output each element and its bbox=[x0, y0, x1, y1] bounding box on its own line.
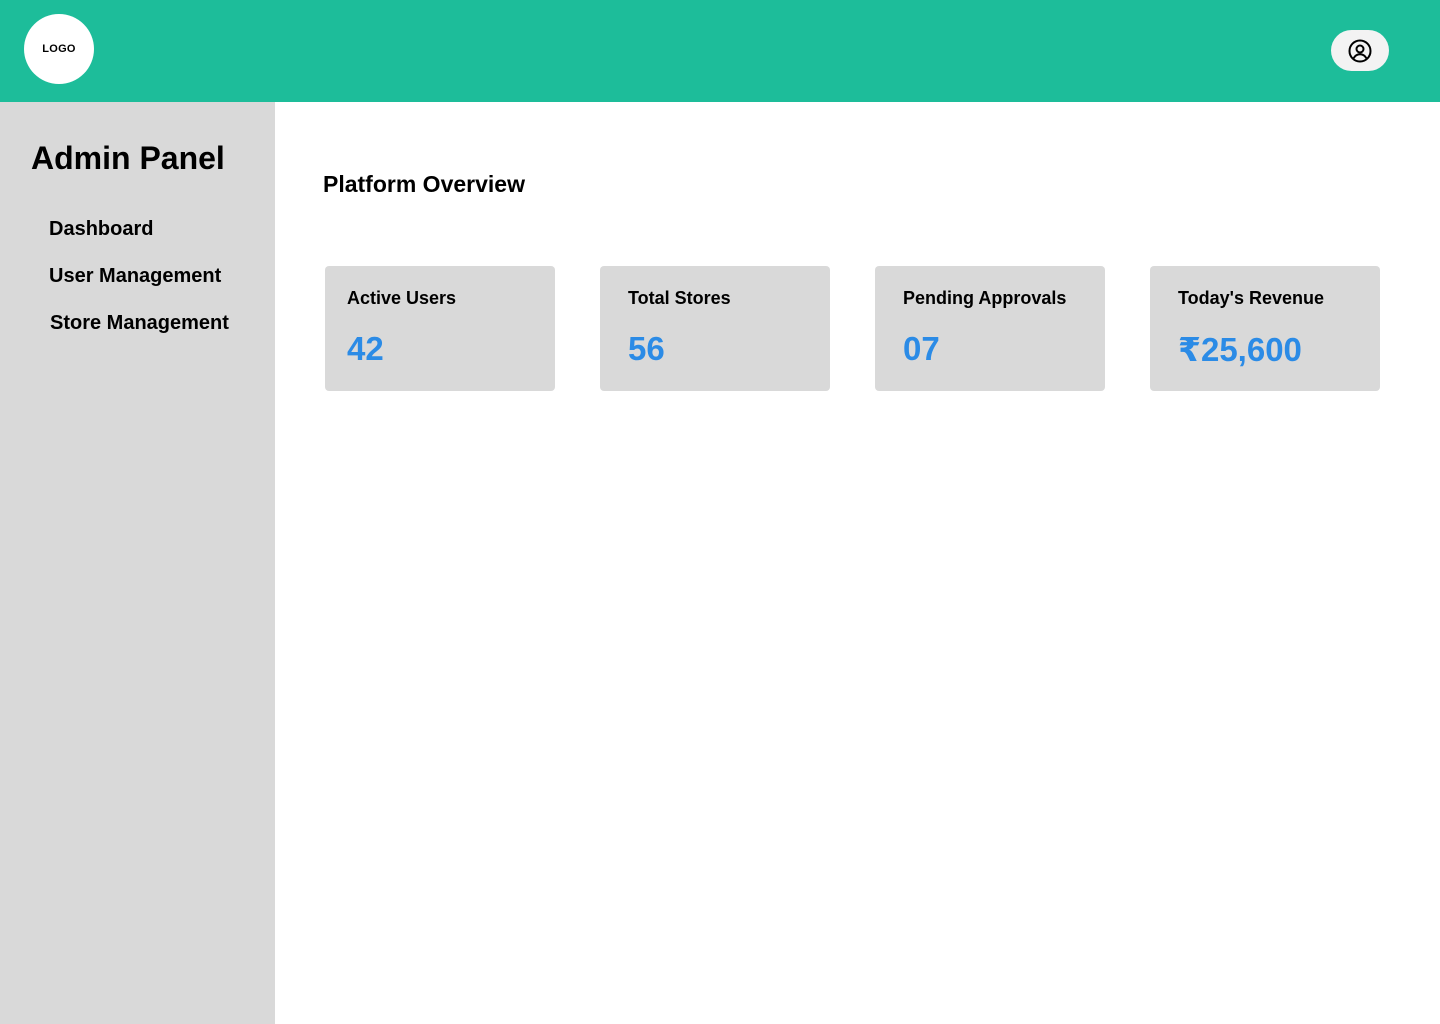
sidebar-item-store-management[interactable]: Store Management bbox=[50, 312, 229, 335]
stat-card-value: ₹25,600 bbox=[1178, 331, 1302, 368]
profile-button[interactable] bbox=[1331, 30, 1389, 71]
stat-card-label: Active Users bbox=[347, 288, 457, 308]
sidebar: Admin Panel Dashboard User Management St… bbox=[0, 102, 275, 1024]
sidebar-item-user-management[interactable]: User Management bbox=[49, 265, 221, 288]
user-circle-icon bbox=[1348, 39, 1372, 62]
stat-card-value: 07 bbox=[903, 330, 940, 367]
sidebar-item-dashboard[interactable]: Dashboard bbox=[49, 218, 153, 241]
stat-card-todays-revenue: Today's Revenue ₹25,600 bbox=[1150, 266, 1380, 391]
stat-card-label: Pending Approvals bbox=[903, 288, 1067, 308]
top-header: LOGO bbox=[0, 0, 1440, 102]
page-title: Platform Overview bbox=[323, 171, 525, 197]
stat-card-active-users: Active Users 42 bbox=[325, 266, 555, 391]
stat-card-total-stores: Total Stores 56 bbox=[600, 266, 830, 391]
stat-card-value: 56 bbox=[628, 330, 665, 367]
stat-card-label: Today's Revenue bbox=[1178, 288, 1324, 308]
stat-card-pending-approvals: Pending Approvals 07 bbox=[875, 266, 1105, 391]
sidebar-title: Admin Panel bbox=[31, 140, 225, 176]
stat-card-value: 42 bbox=[347, 330, 384, 367]
logo[interactable]: LOGO bbox=[24, 14, 94, 84]
stat-card-label: Total Stores bbox=[628, 288, 731, 308]
